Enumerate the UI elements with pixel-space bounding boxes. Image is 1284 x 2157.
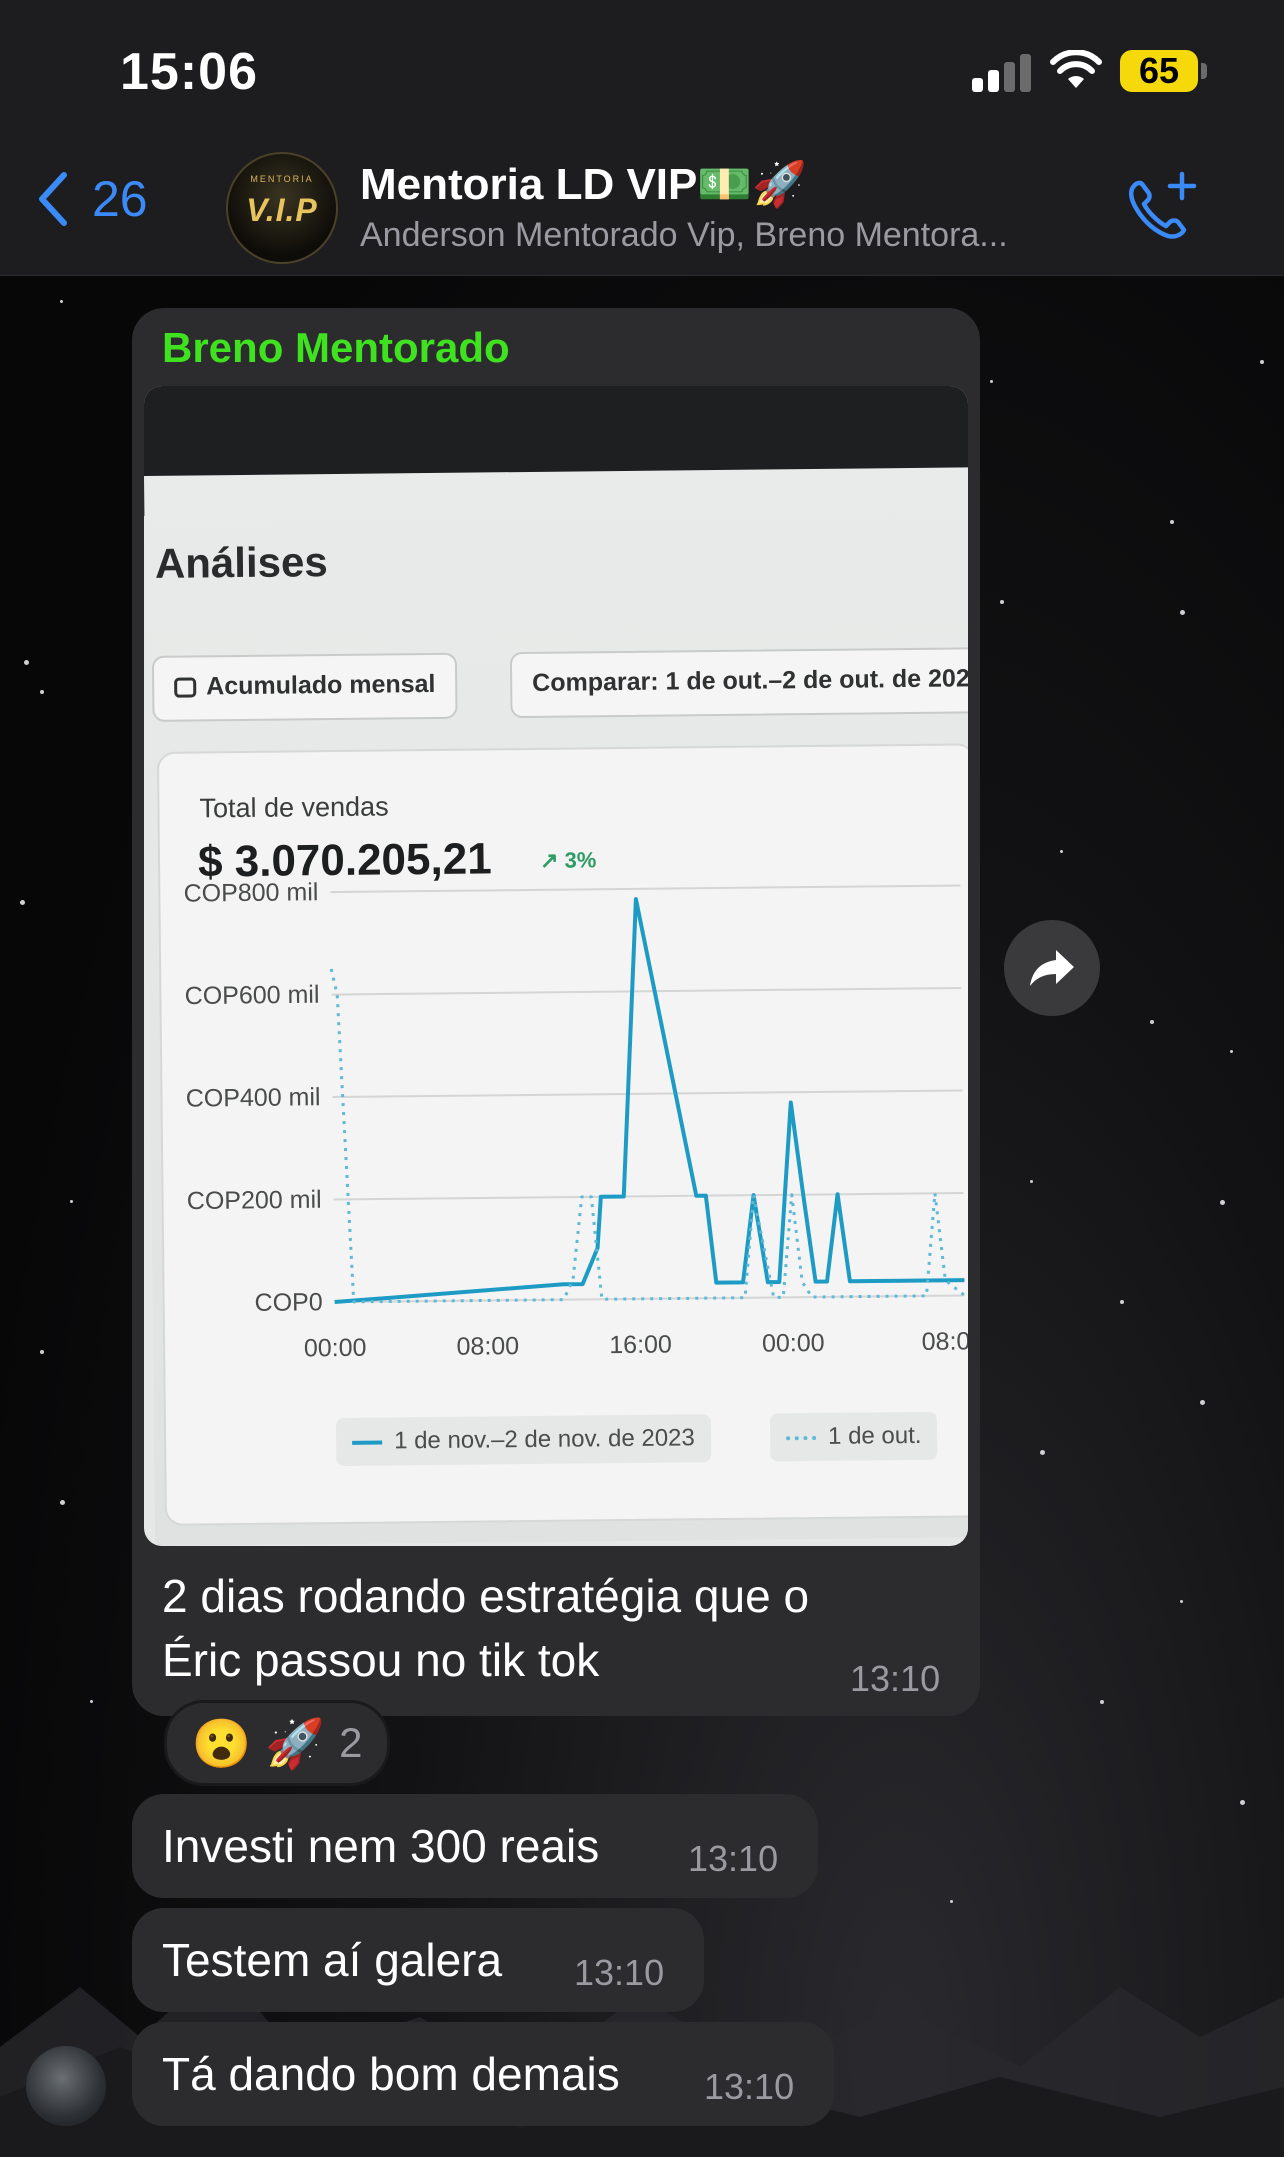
photo-period-button: Acumulado mensal xyxy=(151,652,458,722)
star-dot xyxy=(24,660,29,665)
legend-solid-swatch xyxy=(352,1440,383,1445)
battery-icon: 65 xyxy=(1120,50,1198,92)
x-tick-label: 00:00 xyxy=(304,1334,367,1363)
star-dot xyxy=(1150,1020,1154,1024)
star-dot xyxy=(60,1500,65,1505)
back-button[interactable]: 26 xyxy=(36,170,148,228)
star-dot xyxy=(1170,520,1174,524)
group-avatar[interactable]: MENTORIA V.I.P xyxy=(226,152,338,264)
x-tick-label: 08:00 xyxy=(456,1332,519,1361)
photo-page-title: Análises xyxy=(154,538,328,587)
legend-compare: 1 de out. xyxy=(769,1411,938,1462)
gridline xyxy=(333,1191,964,1201)
message-bubble[interactable]: Investi nem 300 reais 13:10 xyxy=(132,1794,818,1898)
series-line-current xyxy=(334,897,965,1305)
x-tick-label: 08:0 xyxy=(922,1327,968,1356)
signal-icon xyxy=(972,52,1032,92)
star-dot xyxy=(1000,600,1004,604)
message-reactions[interactable]: 😮 🚀 2 xyxy=(164,1700,390,1786)
battery-cap xyxy=(1201,63,1207,79)
star-dot xyxy=(1240,1800,1245,1805)
y-tick-label: COP400 mil xyxy=(186,1083,321,1112)
photo-compare-button: Comparar: 1 de out.–2 de out. de 2023 xyxy=(509,646,968,719)
message-time: 13:10 xyxy=(574,1952,665,1993)
legend-current: 1 de nov.–2 de nov. de 2023 xyxy=(335,1414,712,1467)
legend-dotted-swatch xyxy=(786,1435,817,1440)
forward-button[interactable] xyxy=(1004,920,1100,1016)
x-tick-label: 16:00 xyxy=(609,1331,672,1360)
star-dot xyxy=(60,300,63,303)
message-bubble-photo[interactable]: Breno Mentorado Análises Acumulado mensa… xyxy=(132,308,980,1716)
x-tick-label: 00:00 xyxy=(762,1329,825,1358)
message-text: Testem aí galera xyxy=(162,1934,503,1986)
message-text: Tá dando bom demais xyxy=(162,2048,620,2100)
gridline xyxy=(331,986,962,996)
photo-metric-value: $ 3.070.205,21 xyxy=(197,834,492,887)
series-line-compare xyxy=(329,968,966,1304)
star-dot xyxy=(1030,1180,1033,1183)
photo-sales-card: Total de vendas $ 3.070.205,21 ↗ 3% COP0… xyxy=(156,743,968,1526)
star-dot xyxy=(1200,1400,1205,1405)
message-time: 13:10 xyxy=(850,1658,941,1699)
chat-title[interactable]: Mentoria LD VIP💵🚀 xyxy=(360,158,807,210)
chat-header: 26 MENTORIA V.I.P Mentoria LD VIP💵🚀 Ande… xyxy=(0,140,1284,276)
star-dot xyxy=(1260,360,1264,364)
y-tick-label: COP600 mil xyxy=(185,981,320,1010)
star-dot xyxy=(1060,850,1063,853)
star-dot xyxy=(40,1350,44,1354)
star-dot xyxy=(1120,1300,1124,1304)
y-tick-label: COP800 mil xyxy=(183,878,318,907)
message-bubble[interactable]: Testem aí galera 13:10 xyxy=(132,1908,704,2012)
star-dot xyxy=(1040,1450,1045,1455)
sender-avatar[interactable] xyxy=(26,2046,106,2126)
message-text: 2 dias rodando estratégia que o Éric pas… xyxy=(162,1570,810,1686)
gridline xyxy=(330,884,961,894)
add-call-icon[interactable] xyxy=(1120,168,1200,248)
message-time: 13:10 xyxy=(704,2066,795,2107)
message-bubble[interactable]: Tá dando bom demais 13:10 xyxy=(132,2022,834,2126)
photo-attachment[interactable]: Análises Acumulado mensal Comparar: 1 de… xyxy=(144,386,968,1546)
message-text: Investi nem 300 reais xyxy=(162,1820,600,1872)
forward-icon xyxy=(1030,950,1074,986)
star-dot xyxy=(70,1200,73,1203)
photo-screen: Análises Acumulado mensal Comparar: 1 de… xyxy=(144,467,968,1546)
calendar-icon xyxy=(174,677,197,699)
unread-count: 26 xyxy=(92,171,148,227)
star-dot xyxy=(40,690,44,694)
sales-line-chart: COP0 COP200 mil COP400 mil COP600 mil COP800… xyxy=(183,878,968,1363)
star-dot xyxy=(1230,1050,1233,1053)
sender-name[interactable]: Breno Mentorado xyxy=(162,324,510,372)
star-dot xyxy=(950,1900,953,1903)
chat-members[interactable]: Anderson Mentorado Vip, Breno Mentora... xyxy=(360,216,1008,255)
y-tick-label: COP0 xyxy=(254,1288,322,1317)
star-dot xyxy=(1180,1600,1183,1603)
chevron-left-icon xyxy=(39,172,67,226)
photo-metric-change: ↗ 3% xyxy=(539,847,597,873)
star-dot xyxy=(1220,1200,1225,1205)
status-time: 15:06 xyxy=(120,43,258,101)
message-time: 13:10 xyxy=(688,1838,779,1879)
wifi-icon xyxy=(1050,50,1102,88)
star-dot xyxy=(90,1700,93,1703)
reaction-rocket: 🚀 xyxy=(265,1717,326,1771)
gridline xyxy=(332,1089,963,1099)
star-dot xyxy=(1100,1700,1104,1704)
photo-metric-label: Total de vendas xyxy=(199,791,389,824)
star-dot xyxy=(20,900,25,905)
status-bar: 15:06 65 xyxy=(0,0,1284,140)
star-dot xyxy=(990,380,993,383)
reaction-surprised: 😮 xyxy=(191,1717,252,1771)
reaction-count: 2 xyxy=(339,1719,363,1766)
y-tick-label: COP200 mil xyxy=(187,1186,322,1215)
star-dot xyxy=(1180,610,1185,615)
